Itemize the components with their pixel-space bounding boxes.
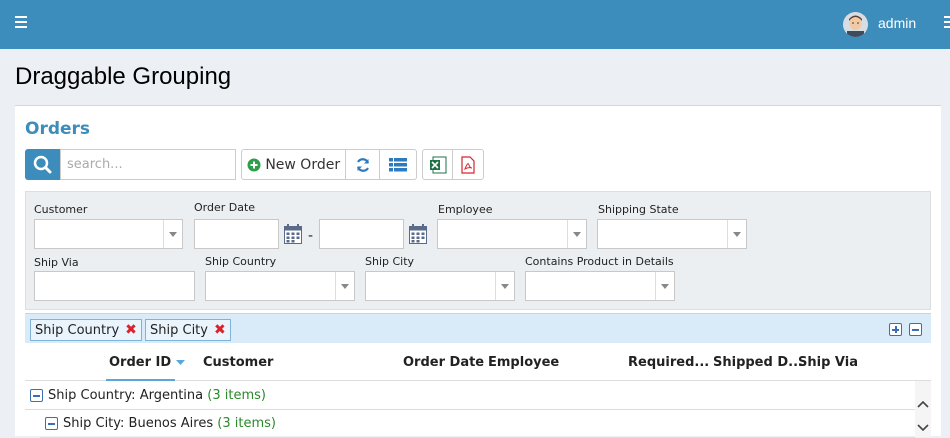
group-row-label: Ship Country: Argentina [48, 388, 204, 403]
calendar-icon[interactable] [284, 224, 302, 244]
chevron-down-icon [169, 232, 177, 237]
user-name[interactable]: admin [878, 15, 916, 31]
page-title: Draggable Grouping [15, 63, 232, 90]
order-date-start-input[interactable] [194, 219, 279, 249]
column-header-order-date[interactable]: Order Date [403, 355, 484, 370]
column-label: Order ID [109, 355, 172, 370]
excel-icon [429, 156, 446, 173]
chevron-down-icon[interactable] [915, 419, 931, 435]
plus-circle-icon [247, 158, 261, 171]
order-date-label: Order Date [194, 201, 256, 214]
expand-all-icon[interactable] [889, 323, 902, 336]
chevron-up-icon[interactable] [915, 397, 931, 413]
sort-desc-icon [175, 359, 185, 365]
list-icon [389, 157, 408, 171]
toolbar-export [422, 149, 484, 180]
excel-export-button[interactable] [423, 150, 453, 179]
collapse-group-icon[interactable] [45, 417, 58, 430]
customer-label: Customer [34, 203, 88, 216]
contains-product-label: Contains Product in Details [525, 255, 674, 268]
filter-area: Customer Order Date - Employee Shipping … [25, 191, 931, 310]
group-row-label: Ship City: Buenos Aires [63, 416, 214, 431]
group-row-count: (3 items) [207, 388, 266, 403]
order-date-end-input[interactable] [319, 219, 404, 249]
search-input[interactable] [60, 149, 236, 180]
column-picker-button[interactable] [380, 150, 416, 179]
column-header-employee[interactable]: Employee [488, 355, 559, 370]
chevron-down-icon [733, 232, 741, 237]
date-separator: - [308, 228, 314, 244]
chevron-down-icon [501, 284, 509, 289]
new-order-button[interactable]: New Order [242, 150, 347, 179]
ship-city-select[interactable] [365, 271, 515, 301]
shipping-state-label: Shipping State [598, 203, 679, 216]
group-chip-ship-city[interactable]: Ship City ✖ [145, 319, 231, 341]
group-chip-ship-country[interactable]: Ship Country ✖ [30, 319, 142, 341]
group-row-country[interactable]: Ship Country: Argentina (3 items) [25, 382, 915, 410]
remove-icon[interactable]: ✖ [125, 322, 137, 338]
new-order-label: New Order [265, 156, 341, 173]
chevron-down-icon [341, 284, 349, 289]
ship-via-input[interactable] [34, 271, 195, 301]
employee-label: Employee [438, 203, 493, 216]
panel-title: Orders [25, 119, 91, 139]
search-icon [33, 155, 52, 174]
ship-city-label: Ship City [365, 255, 415, 268]
column-header-ship-via[interactable]: Ship Via [798, 355, 858, 370]
group-chip-label: Ship City [150, 322, 208, 338]
menu-icon[interactable] [944, 16, 950, 28]
sort-indicator [106, 379, 175, 381]
pdf-icon [461, 155, 475, 174]
search-button[interactable] [25, 149, 61, 180]
contains-product-select[interactable] [525, 271, 675, 301]
group-chip-label: Ship Country [35, 322, 120, 338]
collapse-group-icon[interactable] [30, 389, 43, 402]
employee-select[interactable] [437, 219, 587, 249]
top-navbar: admin [0, 0, 950, 49]
chevron-down-icon [661, 284, 669, 289]
ship-country-select[interactable] [205, 271, 355, 301]
grid-header: Order ID Customer Order Date Employee Re… [25, 343, 931, 381]
avatar[interactable] [843, 12, 868, 37]
ship-via-label: Ship Via [34, 256, 79, 269]
collapse-all-icon[interactable] [909, 323, 922, 336]
column-header-order-id[interactable]: Order ID [109, 355, 185, 370]
chevron-down-icon [573, 232, 581, 237]
vertical-scrollbar[interactable] [915, 381, 931, 437]
hamburger-icon[interactable] [15, 16, 27, 28]
column-header-shipped-date[interactable]: Shipped D... [713, 355, 803, 370]
ship-country-label: Ship Country [205, 255, 277, 268]
column-header-customer[interactable]: Customer [203, 355, 273, 370]
refresh-button[interactable] [346, 150, 381, 179]
calendar-icon[interactable] [409, 224, 427, 244]
group-row-city[interactable]: Ship City: Buenos Aires (3 items) [40, 410, 915, 438]
customer-select[interactable] [34, 219, 183, 249]
grouping-drop-area[interactable]: Ship Country ✖ Ship City ✖ [25, 313, 931, 343]
toolbar-main: New Order [241, 149, 417, 180]
orders-panel: Orders New Order [15, 105, 941, 438]
shipping-state-select[interactable] [597, 219, 747, 249]
column-header-required[interactable]: Required... [628, 355, 709, 370]
remove-icon[interactable]: ✖ [214, 322, 226, 338]
pdf-export-button[interactable] [453, 150, 483, 179]
group-row-count: (3 items) [217, 416, 276, 431]
refresh-icon [356, 157, 369, 172]
